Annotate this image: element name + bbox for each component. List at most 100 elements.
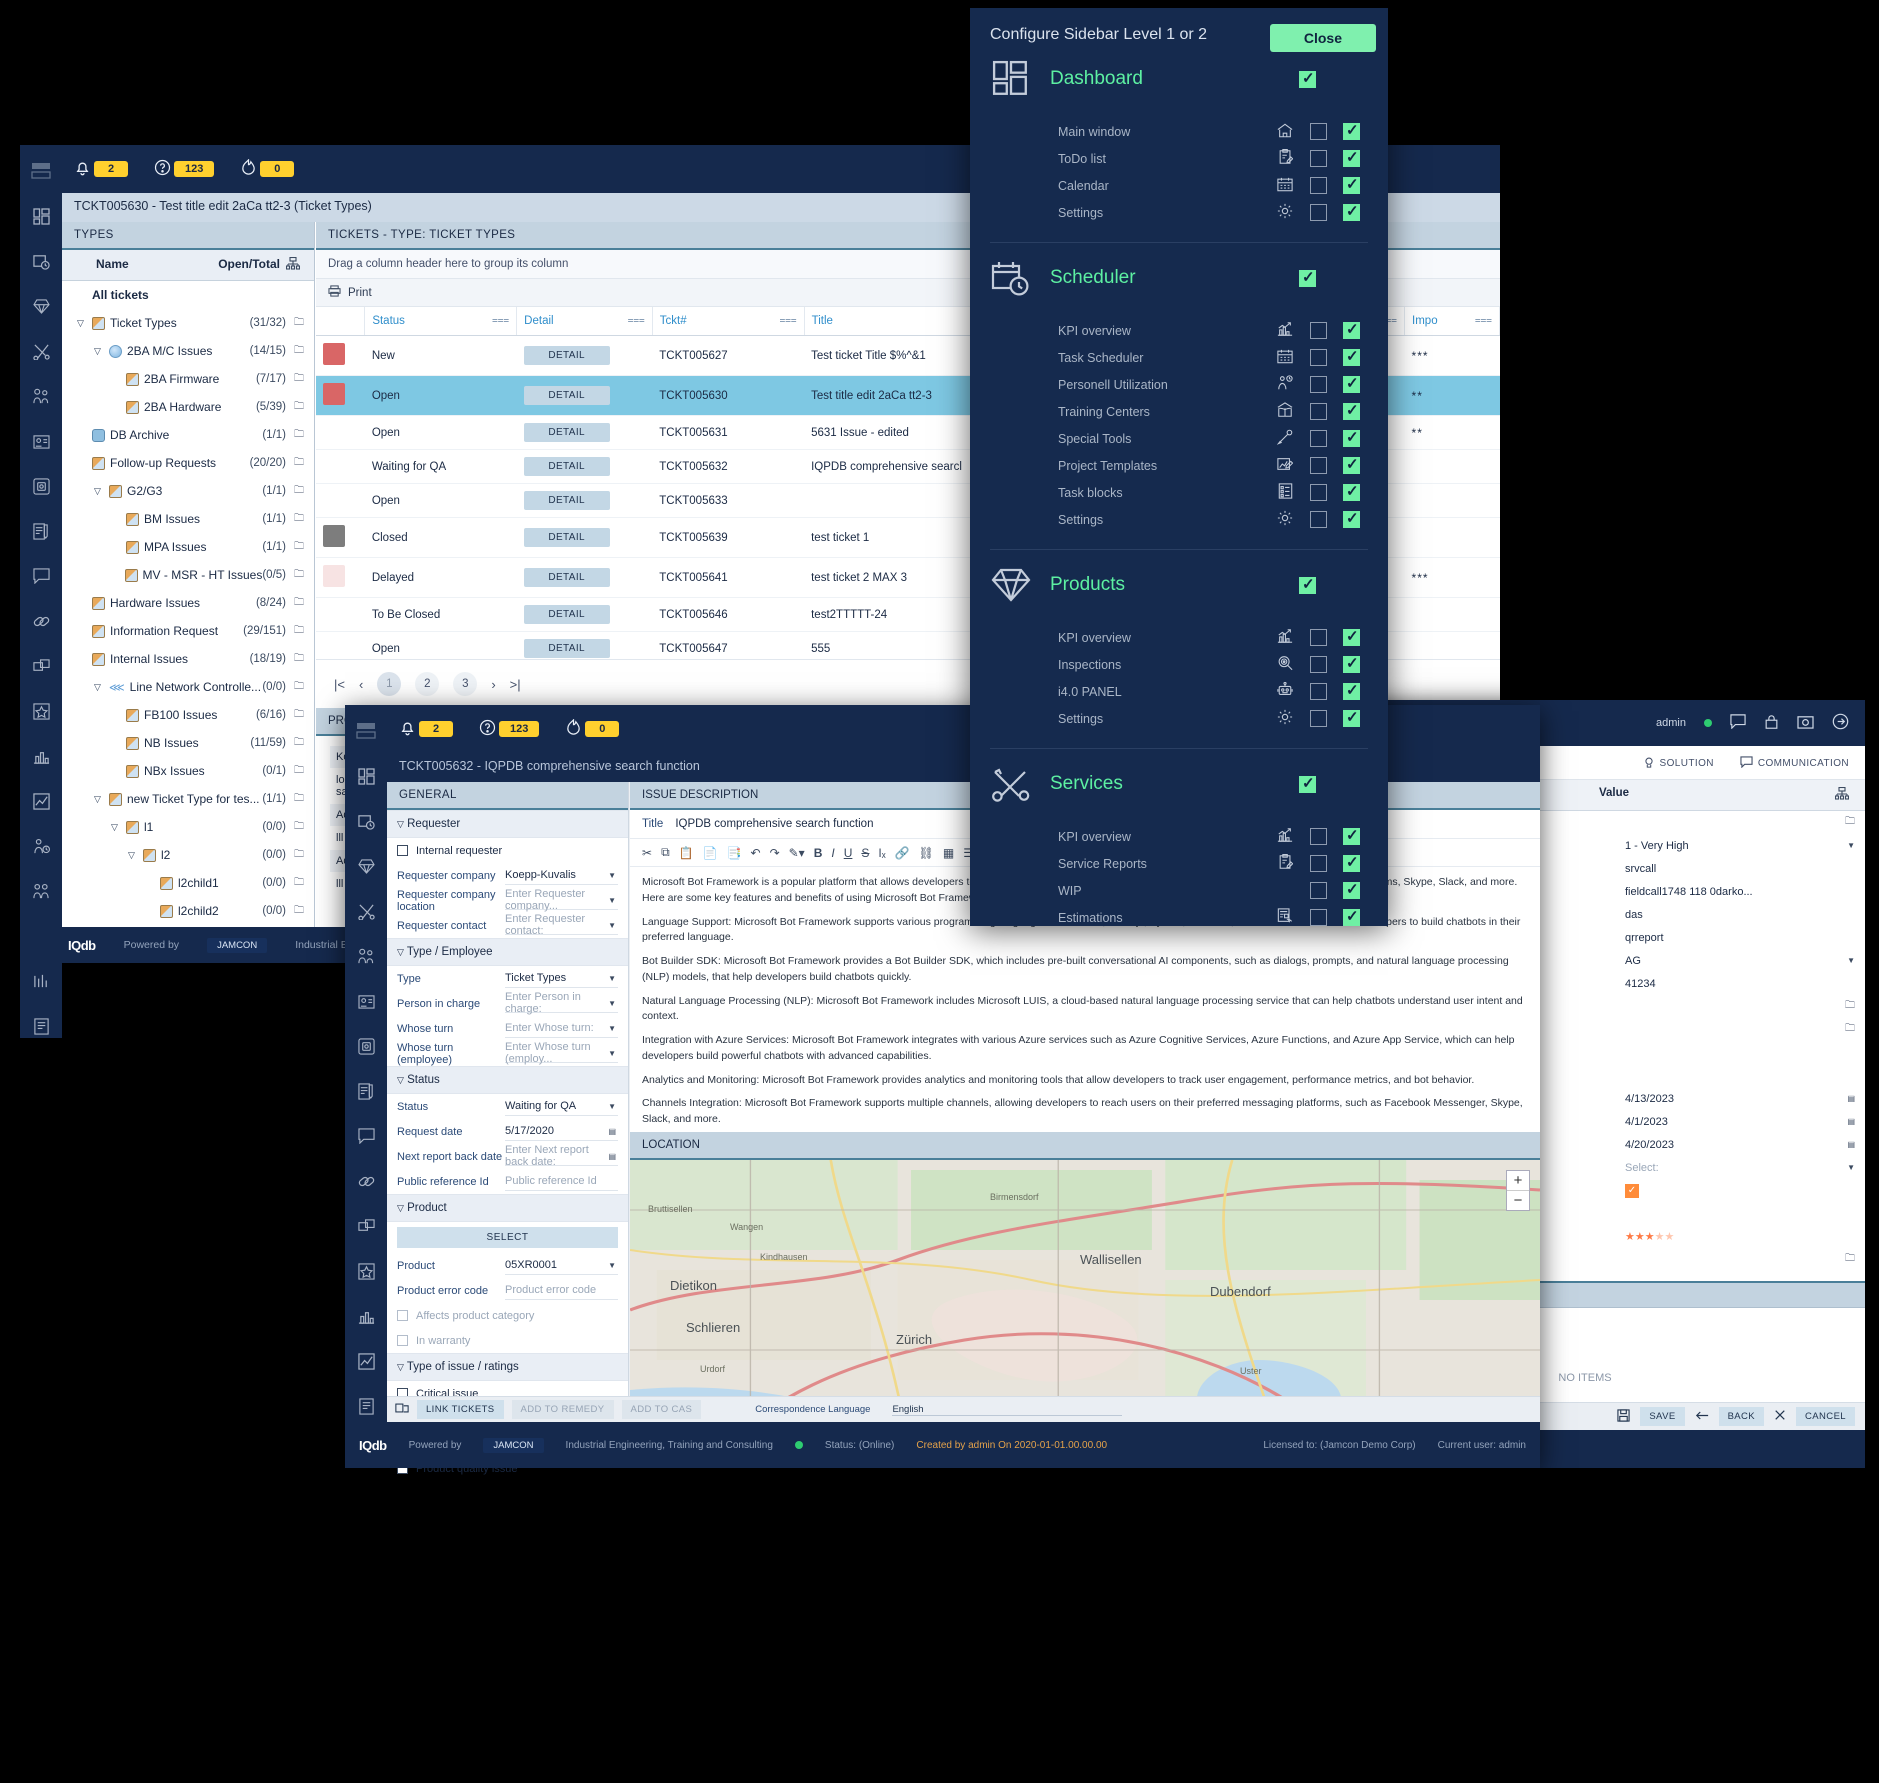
detail-cell[interactable]: DETAIL (516, 631, 653, 659)
form-field-row[interactable]: Requester company Koepp-Kuvalis ▼ (387, 863, 628, 888)
chevron-down-icon[interactable]: ▼ (608, 1261, 616, 1270)
chat-icon[interactable] (354, 1124, 378, 1148)
section-twisty-icon[interactable]: ▽ (397, 1075, 404, 1085)
types-row-action-icon[interactable]: 🗀 (290, 651, 308, 668)
form-field-value[interactable]: Enter Whose turn: ▼ (505, 1019, 618, 1038)
level1-checkbox[interactable] (1310, 629, 1327, 646)
report-pen-icon[interactable] (354, 1079, 378, 1103)
types-row-action-icon[interactable]: 🗀 (290, 539, 308, 556)
configure-item-row[interactable]: Personell Utilization (990, 371, 1368, 398)
paste-plain-icon[interactable]: 📄 (703, 846, 718, 860)
level1-checkbox[interactable] (1310, 349, 1327, 366)
map-zoom-out-button[interactable]: − (1507, 1190, 1529, 1210)
types-tree-row[interactable]: NB Issues (11/59) 🗀 (62, 729, 314, 757)
configure-item-row[interactable]: Calendar (990, 172, 1368, 199)
types-row-action-icon[interactable]: 🗀 (290, 511, 308, 528)
form-field-value[interactable]: Ticket Types ▼ (505, 969, 618, 988)
form-field-value[interactable]: Koepp-Kuvalis ▼ (505, 866, 618, 885)
form-field-value[interactable]: Enter Person in charge: ▼ (505, 991, 618, 1015)
types-tree-row[interactable]: BM Issues (1/1) 🗀 (62, 505, 314, 533)
form-field-row[interactable]: Public reference Id Public reference Id (387, 1169, 628, 1194)
types-row-action-icon[interactable]: 🗀 (290, 427, 308, 444)
pager-first[interactable]: |< (334, 677, 345, 692)
form-section-header[interactable]: ▽ Type of issue / ratings (387, 1353, 628, 1381)
form-field-value[interactable]: Enter Requester company... ▼ (505, 888, 618, 912)
menu-icon[interactable] (29, 159, 53, 183)
detail-button[interactable]: DETAIL (523, 639, 610, 658)
form-field-row[interactable]: Requester company location Enter Requeste… (387, 888, 628, 913)
lock-icon[interactable] (1764, 714, 1779, 733)
configure-item-row[interactable]: KPI overview (990, 317, 1368, 344)
rating-star[interactable]: ★ (1625, 1231, 1635, 1243)
detail-cell[interactable]: DETAIL (516, 557, 653, 598)
tools-cross-icon[interactable] (29, 339, 53, 363)
types-row-action-icon[interactable]: 🗀 (290, 707, 308, 724)
types-tree-row[interactable]: 2BA Hardware (5/39) 🗀 (62, 393, 314, 421)
level1-checkbox[interactable] (1310, 710, 1327, 727)
tree-twisty-icon[interactable]: ▽ (91, 486, 104, 497)
form-field-value[interactable]: Enter Whose turn (employ... ▼ (505, 1041, 618, 1065)
level2-checkbox[interactable] (1343, 509, 1360, 528)
strikethrough-icon[interactable]: S (861, 846, 869, 860)
level2-checkbox[interactable] (1343, 907, 1360, 926)
chart-line-icon[interactable] (354, 1349, 378, 1373)
checkbox-input[interactable] (397, 845, 408, 856)
table-icon[interactable]: ▦ (943, 846, 954, 860)
calendar-icon[interactable]: ▤ (608, 1152, 616, 1161)
form-field-row[interactable]: Product 05XR0001 ▼ (387, 1253, 628, 1278)
types-tree-row[interactable]: Follow-up Requests (20/20) 🗀 (62, 449, 314, 477)
tree-options-icon[interactable] (280, 256, 306, 273)
configure-item-row[interactable]: Estimations (990, 904, 1368, 926)
group-enabled-checkbox[interactable] (1299, 268, 1316, 287)
section-twisty-icon[interactable]: ▽ (397, 1203, 404, 1213)
form-field-value[interactable]: Public reference Id (505, 1172, 618, 1191)
types-row-action-icon[interactable]: 🗀 (290, 735, 308, 752)
pager-next[interactable]: › (491, 677, 495, 692)
issue-title-value[interactable]: IQPDB comprehensive search function (675, 818, 873, 830)
pager-last[interactable]: >| (510, 677, 521, 692)
redo-icon[interactable]: ↷ (770, 846, 780, 860)
tree-twisty-icon[interactable]: ▽ (125, 850, 138, 861)
types-row-action-icon[interactable]: 🗀 (290, 343, 308, 360)
dashboard-grid-icon[interactable] (354, 764, 378, 788)
chevron-down-icon[interactable]: ▼ (608, 1102, 616, 1111)
types-row-action-icon[interactable]: 🗀 (290, 371, 308, 388)
detail-help-badge[interactable]: 123 (479, 719, 540, 739)
report-pen-icon[interactable] (29, 519, 53, 543)
detail-alerts-badge[interactable]: 2 (399, 719, 453, 739)
calendar-icon[interactable]: ▤ (1847, 1094, 1855, 1103)
types-row-action-icon[interactable]: 🗀 (290, 567, 308, 584)
link-icon[interactable] (29, 609, 53, 633)
types-row-action-icon[interactable]: 🗀 (290, 315, 308, 332)
types-row-action-icon[interactable]: 🗀 (290, 763, 308, 780)
level1-checkbox[interactable] (1310, 403, 1327, 420)
types-tree-row[interactable]: Internal Issues (18/19) 🗀 (62, 645, 314, 673)
help-badge[interactable]: 123 (154, 159, 215, 179)
alerts-badge[interactable]: 2 (74, 159, 128, 179)
diamond-icon[interactable] (29, 294, 53, 318)
form-field-row[interactable]: In warranty (387, 1328, 628, 1353)
tickets-col-header[interactable] (316, 307, 366, 336)
form-field-row[interactable]: Person in charge Enter Person in charge: ▼ (387, 991, 628, 1016)
types-tree-row[interactable]: NBx Issues (0/1) 🗀 (62, 757, 314, 785)
types-row-action-icon[interactable]: 🗀 (290, 791, 308, 808)
rating-star[interactable]: ★ (1645, 1231, 1655, 1243)
boxes-icon[interactable] (354, 1214, 378, 1238)
detail-cell[interactable]: DETAIL (516, 335, 653, 376)
level1-checkbox[interactable] (1310, 150, 1327, 167)
detail-cell[interactable]: DETAIL (516, 375, 653, 416)
types-tree-row[interactable]: MPA Issues (1/1) 🗀 (62, 533, 314, 561)
document-icon[interactable] (354, 1394, 378, 1418)
copy-icon[interactable]: ⧉ (661, 845, 670, 860)
types-tree-row[interactable]: FB100 Issues (6/16) 🗀 (62, 701, 314, 729)
detail-button[interactable]: DETAIL (523, 346, 610, 365)
form-field-value[interactable]: Enter Next report back date: ▤ (505, 1144, 618, 1168)
level1-checkbox[interactable] (1310, 683, 1327, 700)
rating-star[interactable]: ★ (1665, 1231, 1675, 1243)
detail-cell[interactable]: DETAIL (516, 415, 653, 450)
configure-groups[interactable]: Dashboard Main window ToDo list Calendar Set… (970, 44, 1388, 926)
configure-item-row[interactable]: Settings (990, 199, 1368, 226)
form-section-header[interactable]: ▽ Requester (387, 810, 628, 838)
yesno-checkbox[interactable]: ✓ (1625, 1183, 1639, 1198)
level2-checkbox[interactable] (1343, 455, 1360, 474)
